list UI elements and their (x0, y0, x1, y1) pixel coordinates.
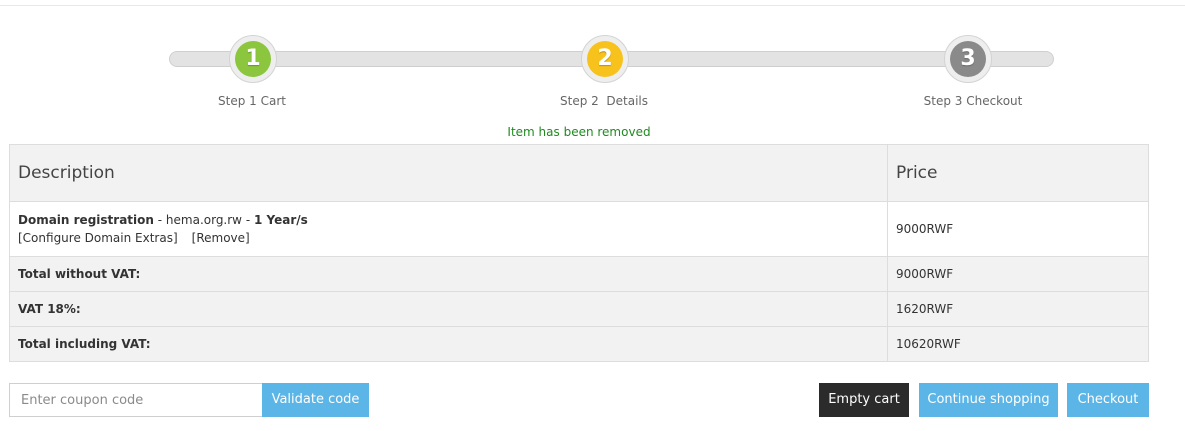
validate-code-button[interactable]: Validate code (262, 383, 369, 417)
total-without-vat-value: 9000RWF (887, 256, 1149, 292)
continue-shopping-button[interactable]: Continue shopping (919, 383, 1058, 417)
total-including-vat-label: Total including VAT: (9, 326, 888, 362)
checkout-button[interactable]: Checkout (1067, 383, 1149, 417)
total-label: Total without VAT: (18, 267, 141, 281)
item-separator: - (153, 213, 166, 227)
item-actions: [Configure Domain Extras] [Remove] (18, 229, 879, 247)
step-2-number: 2 (587, 41, 623, 77)
description-header: Description (9, 144, 888, 202)
item-description-cell: Domain registration - hema.org.rw - 1 Ye… (9, 201, 888, 257)
remove-item-link[interactable]: [Remove] (192, 231, 250, 245)
step-1-label: Step 1 Cart (218, 94, 286, 108)
empty-cart-button[interactable]: Empty cart (819, 383, 909, 417)
item-type: Domain registration (18, 213, 154, 227)
table-row: Domain registration - hema.org.rw - 1 Ye… (9, 201, 1149, 257)
step-1-indicator: 1 (229, 35, 277, 83)
top-divider (0, 5, 1185, 6)
step-3-indicator: 3 (944, 35, 992, 83)
step-2-label: Step 2 Details (559, 94, 649, 108)
vat-label: VAT 18%: (9, 291, 888, 327)
step-1-number: 1 (235, 41, 271, 77)
total-label: Total including VAT: (18, 337, 151, 351)
total-without-vat-label: Total without VAT: (9, 256, 888, 292)
table-row: Total without VAT: 9000RWF (9, 256, 1149, 292)
coupon-code-input[interactable] (9, 383, 263, 417)
item-price: 9000RWF (887, 201, 1149, 257)
item-domain: hema.org.rw (165, 213, 242, 227)
vat-value: 1620RWF (887, 291, 1149, 327)
table-row: Total including VAT: 10620RWF (9, 326, 1149, 362)
table-header-row: Description Price (9, 144, 1149, 202)
total-label: VAT 18%: (18, 302, 81, 316)
step-3-number: 3 (950, 41, 986, 77)
price-header: Price (887, 144, 1149, 202)
total-including-vat-value: 10620RWF (887, 326, 1149, 362)
cart-table: Description Price Domain registration - … (9, 144, 1149, 362)
item-separator: - (242, 213, 254, 227)
item-summary: Domain registration - hema.org.rw - 1 Ye… (18, 211, 879, 229)
configure-domain-extras-link[interactable]: [Configure Domain Extras] (18, 231, 178, 245)
step-3-label: Step 3 Checkout (923, 94, 1023, 108)
step-2-indicator: 2 (581, 35, 629, 83)
table-row: VAT 18%: 1620RWF (9, 291, 1149, 327)
item-period: 1 Year/s (253, 213, 308, 227)
removal-notice: Item has been removed (507, 125, 651, 139)
